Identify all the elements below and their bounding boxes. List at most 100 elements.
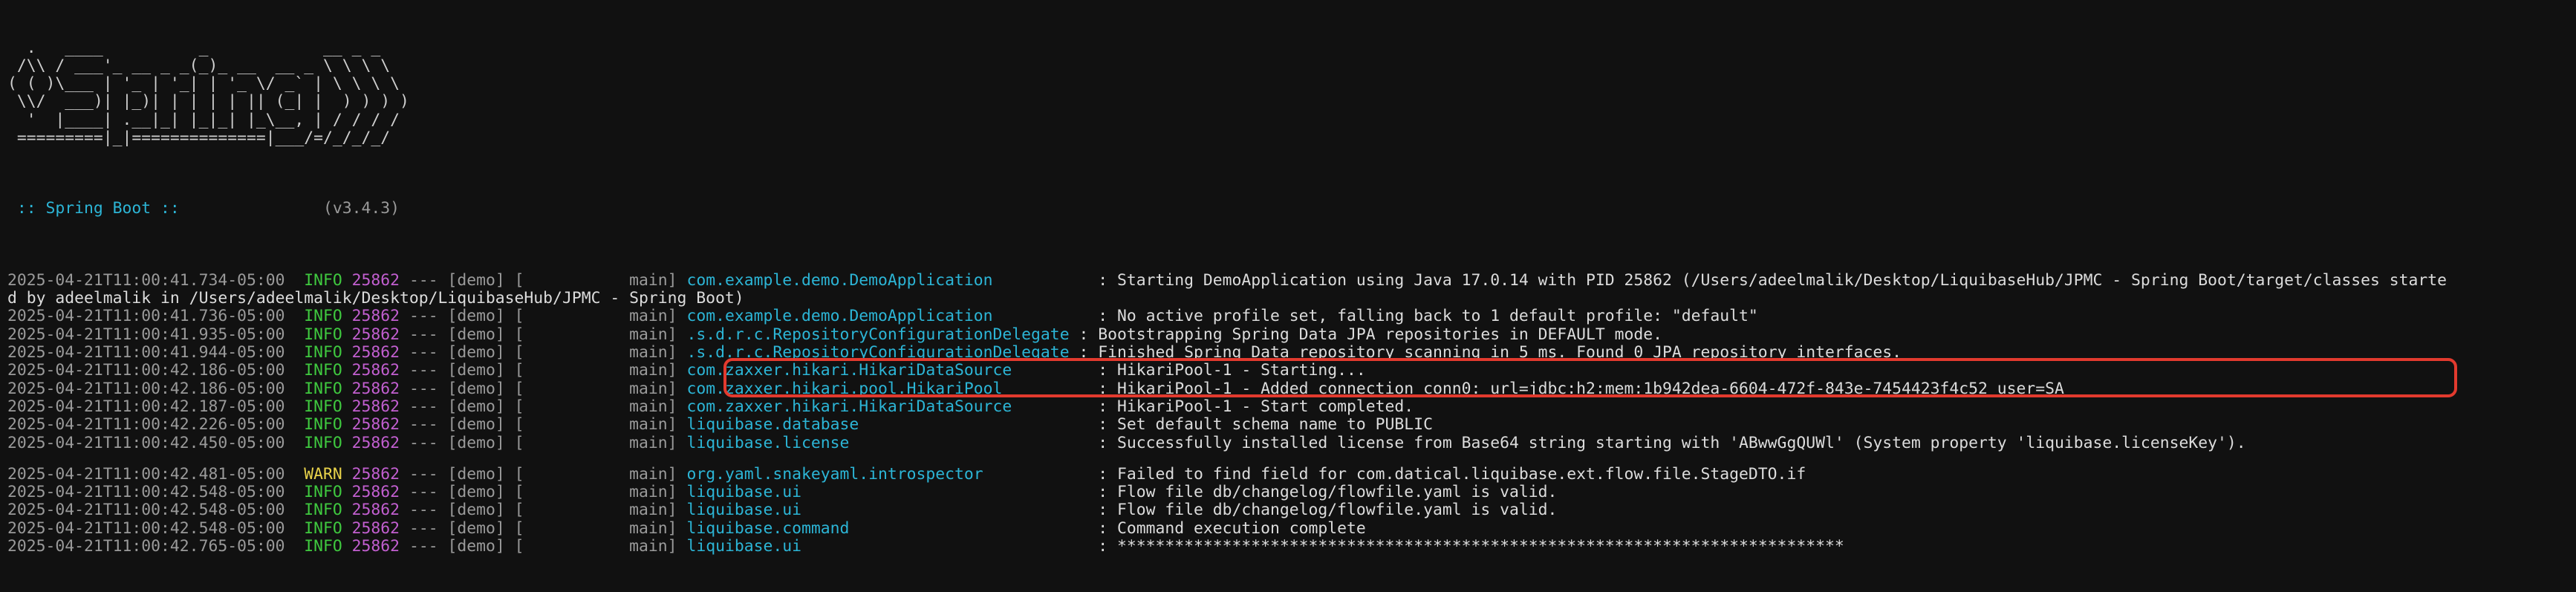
banner-line: ' |____| .__|_| |_|_| |_\__, | / / / / <box>7 110 400 129</box>
log-app-name: [demo] [ <box>447 343 524 362</box>
log-thread: main] <box>524 379 687 398</box>
log-thread: main] <box>524 518 687 538</box>
log-timestamp: 2025-04-21T11:00:41.736-05:00 <box>7 307 285 326</box>
log-pid: 25862 <box>351 270 400 290</box>
log-timestamp: 2025-04-21T11:00:42.548-05:00 <box>7 501 285 520</box>
log-line: 2025-04-21T11:00:42.548-05:00 INFO 25862… <box>7 518 2576 538</box>
log-app-name: [demo] [ <box>447 464 524 484</box>
log-level: INFO <box>304 270 342 290</box>
log-pid: 25862 <box>351 343 400 362</box>
log-pid: 25862 <box>351 433 400 452</box>
log-logger-name: liquibase.command <box>686 518 1089 538</box>
log-message: : Set default schema name to PUBLIC <box>1088 415 1433 435</box>
log-pid: 25862 <box>351 501 400 520</box>
log-logger-name: org.yaml.snakeyaml.introspector <box>686 464 1089 484</box>
log-message: : Flow file db/changelog/flowfile.yaml i… <box>1088 483 1558 502</box>
log-line: 2025-04-21T11:00:42.187-05:00 INFO 25862… <box>7 397 2576 416</box>
log-app-name: [demo] [ <box>447 483 524 502</box>
log-timestamp: 2025-04-21T11:00:42.186-05:00 <box>7 361 285 380</box>
log-pid: 25862 <box>351 379 400 398</box>
log-logger-name: liquibase.ui <box>686 537 1089 556</box>
log-thread: main] <box>524 361 687 380</box>
log-pid: 25862 <box>351 397 400 416</box>
log-separator: --- <box>400 270 448 290</box>
log-logger-name: .s.d.r.c.RepositoryConfigurationDelegate <box>686 325 1070 344</box>
spring-boot-version: (v3.4.3) <box>189 198 400 218</box>
log-app-name: [demo] [ <box>447 270 524 290</box>
log-level: INFO <box>304 518 342 538</box>
log-separator: --- <box>400 361 448 380</box>
log-logger-name: liquibase.ui <box>686 501 1089 520</box>
log-pid: 25862 <box>351 361 400 380</box>
log-line: 2025-04-21T11:00:41.736-05:00 INFO 25862… <box>7 308 2576 325</box>
log-timestamp: 2025-04-21T11:00:42.765-05:00 <box>7 537 285 556</box>
log-separator: --- <box>400 537 448 556</box>
spring-ascii-banner: . ____ _ __ _ _ /\\ / ___'_ __ _ _(_)_ _… <box>7 36 2576 148</box>
log-app-name: [demo] [ <box>447 501 524 520</box>
log-separator: --- <box>400 464 448 484</box>
log-thread: main] <box>524 483 687 502</box>
spring-boot-label: :: Spring Boot :: <box>7 198 189 218</box>
log-level: WARN <box>304 464 342 484</box>
log-level: INFO <box>304 343 342 362</box>
log-line: 2025-04-21T11:00:42.548-05:00 INFO 25862… <box>7 483 2576 502</box>
log-line: 2025-04-21T11:00:41.734-05:00 INFO 25862… <box>7 270 2576 290</box>
banner-line: \\/ ___)| |_)| | | | | || (_| | ) ) ) ) <box>7 92 409 111</box>
log-separator: --- <box>400 415 448 435</box>
log-level: INFO <box>304 379 342 398</box>
spring-boot-version-line: :: Spring Boot :: (v3.4.3) <box>7 198 2576 218</box>
log-pid: 25862 <box>351 518 400 538</box>
log-thread: main] <box>524 343 687 362</box>
log-separator: --- <box>400 307 448 326</box>
log-line: 2025-04-21T11:00:42.548-05:00 INFO 25862… <box>7 501 2576 519</box>
log-thread: main] <box>524 270 687 290</box>
terminal-window[interactable]: . ____ _ __ _ _ /\\ / ___'_ __ _ _(_)_ _… <box>0 0 2576 556</box>
banner-line: /\\ / ___'_ __ _ _(_)_ __ __ _ \ \ \ \ <box>7 56 391 75</box>
log-separator: --- <box>400 397 448 416</box>
log-thread: main] <box>524 415 687 435</box>
log-level: INFO <box>304 397 342 416</box>
log-level: INFO <box>304 307 342 326</box>
log-app-name: [demo] [ <box>447 379 524 398</box>
log-app-name: [demo] [ <box>447 307 524 326</box>
log-pid: 25862 <box>351 537 400 556</box>
log-gap <box>7 452 2576 466</box>
log-pid: 25862 <box>351 415 400 435</box>
log-thread: main] <box>524 501 687 520</box>
log-separator: --- <box>400 483 448 502</box>
log-line: 2025-04-21T11:00:41.935-05:00 INFO 25862… <box>7 325 2576 344</box>
log-timestamp: 2025-04-21T11:00:41.944-05:00 <box>7 343 285 362</box>
log-separator: --- <box>400 501 448 520</box>
log-pid: 25862 <box>351 325 400 344</box>
log-line: 2025-04-21T11:00:42.226-05:00 INFO 25862… <box>7 416 2576 434</box>
log-line: 2025-04-21T11:00:42.450-05:00 INFO 25862… <box>7 433 2576 452</box>
log-level: INFO <box>304 361 342 380</box>
log-message: : Failed to find field for com.datical.l… <box>1088 464 1806 484</box>
log-message: : Bootstrapping Spring Data JPA reposito… <box>1069 325 1663 344</box>
log-message: : **************************************… <box>1088 537 1844 556</box>
log-thread: main] <box>524 433 687 452</box>
banner-line: ( ( )\___ | '_ | '_| | '_ \/ _` | \ \ \ … <box>7 74 400 94</box>
log-app-name: [demo] [ <box>447 537 524 556</box>
log-timestamp: 2025-04-21T11:00:42.548-05:00 <box>7 483 285 502</box>
log-thread: main] <box>524 464 687 484</box>
log-message: : Starting DemoApplication using Java 17… <box>1088 270 2447 290</box>
log-app-name: [demo] [ <box>447 433 524 452</box>
log-level: INFO <box>304 501 342 520</box>
log-message: : Command execution complete <box>1088 518 1366 538</box>
log-separator: --- <box>400 343 448 362</box>
log-level: INFO <box>304 415 342 435</box>
log-pid: 25862 <box>351 483 400 502</box>
log-timestamp: 2025-04-21T11:00:42.187-05:00 <box>7 397 285 416</box>
log-thread: main] <box>524 537 687 556</box>
log-message: : No active profile set, falling back to… <box>1088 307 1758 326</box>
log-timestamp: 2025-04-21T11:00:42.481-05:00 <box>7 464 285 484</box>
log-separator: --- <box>400 325 448 344</box>
log-timestamp: 2025-04-21T11:00:42.450-05:00 <box>7 433 285 452</box>
log-logger-name: com.zaxxer.hikari.HikariDataSource <box>686 397 1089 416</box>
log-line: 2025-04-21T11:00:42.481-05:00 WARN 25862… <box>7 464 2576 484</box>
log-line: d by adeelmalik in /Users/adeelmalik/Des… <box>7 290 2576 308</box>
banner-line: . ____ _ __ _ _ <box>7 38 381 57</box>
log-logger-name: liquibase.ui <box>686 483 1089 502</box>
log-message: : HikariPool-1 - Start completed. <box>1088 397 1414 416</box>
